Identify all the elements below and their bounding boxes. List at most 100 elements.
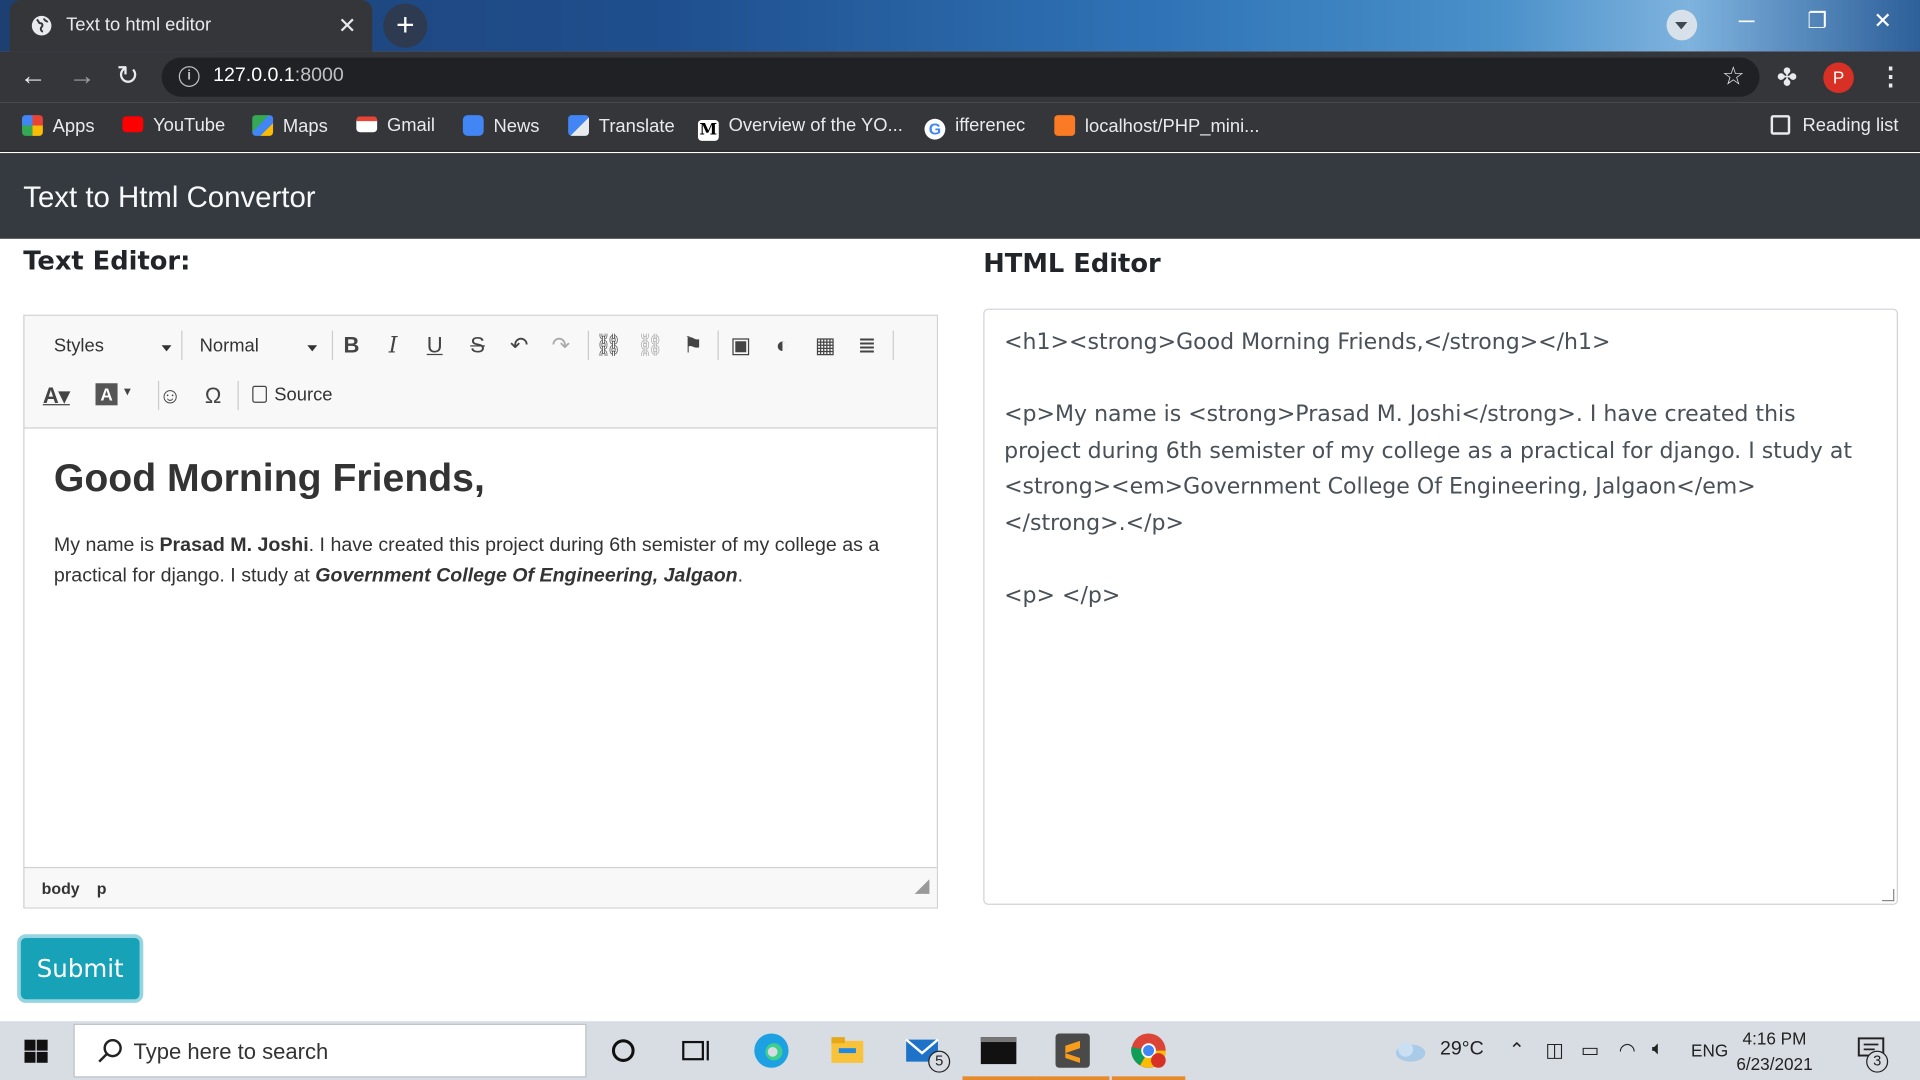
content-heading: Good Morning Friends,	[53, 455, 485, 500]
windows-taskbar: Type here to search 5 29°C ⌃ ◫ ▭ ◠ 🔈︎ EN…	[0, 1021, 1920, 1080]
close-tab-icon[interactable]: ✕	[338, 13, 356, 39]
format-dropdown[interactable]: Normal	[200, 336, 318, 356]
bookmark-localhost[interactable]: localhost/PHP_mini...	[1054, 115, 1259, 137]
youtube-icon	[122, 116, 144, 133]
resize-handle[interactable]	[914, 879, 930, 894]
sublime-text-icon[interactable]	[1053, 1031, 1092, 1070]
strikethrough-icon[interactable]: S	[462, 333, 494, 359]
windows-start-icon[interactable]	[24, 1039, 48, 1063]
editor-content-area[interactable]: Good Morning Friends, My name is Prasad …	[24, 429, 936, 867]
unlink-icon[interactable]: ⛓	[634, 333, 666, 359]
text-color-icon[interactable]: A▾	[40, 383, 72, 409]
bookmark-news[interactable]: News	[462, 115, 539, 137]
toolbar-separator	[237, 380, 239, 411]
rich-text-editor: Styles Normal B I U S ↶ ↷ ⛓ ⛓ ⚑ ▣ ◐ ▦ ≣ …	[23, 314, 938, 909]
horizontal-rule-icon[interactable]: ≣	[851, 333, 883, 359]
bookmark-medium[interactable]: M Overview of the YO...	[697, 115, 903, 141]
emoji-smiley-icon[interactable]: ☺	[154, 383, 186, 409]
medium-icon: M	[697, 120, 719, 141]
site-info-icon[interactable]: i	[178, 66, 200, 87]
browser-tab-strip: Text to html editor ✕ + ─ ❐ ✕	[0, 0, 1920, 52]
bookmark-youtube[interactable]: YouTube	[122, 115, 225, 136]
minimize-icon[interactable]: ─	[1739, 9, 1755, 35]
underline-icon[interactable]: U	[419, 333, 451, 359]
task-view-icon[interactable]	[678, 1031, 717, 1070]
back-arrow-icon[interactable]: ←	[20, 62, 47, 89]
toolbar-separator	[331, 330, 334, 361]
clock-time: 4:16 PM	[1742, 1028, 1807, 1049]
profile-avatar[interactable]: P	[1823, 62, 1854, 94]
submit-button[interactable]: Submit	[20, 937, 140, 1000]
forward-arrow-icon[interactable]: →	[69, 62, 96, 89]
toolbar-separator	[717, 330, 719, 361]
bookmark-gmail[interactable]: Gmail	[356, 115, 435, 136]
system-clock[interactable]: 4:16 PM 6/23/2021	[1736, 1026, 1812, 1077]
toolbar-separator	[181, 330, 183, 361]
path-p[interactable]: p	[97, 879, 107, 897]
browser-tab[interactable]: Text to html editor ✕	[9, 0, 373, 52]
close-window-icon[interactable]: ✕	[1873, 9, 1891, 35]
chrome-icon[interactable]	[1129, 1031, 1168, 1070]
clock-date: 6/23/2021	[1736, 1054, 1813, 1074]
restore-icon[interactable]: ❐	[1807, 9, 1827, 35]
flash-icon[interactable]: ◐	[767, 333, 799, 359]
chevron-down-icon[interactable]: ▾	[121, 383, 133, 399]
image-icon[interactable]: ▣	[725, 333, 757, 359]
edge-browser-icon[interactable]	[752, 1031, 791, 1070]
bookmark-maps[interactable]: Maps	[252, 115, 328, 137]
textarea-resize-grip[interactable]	[1882, 888, 1895, 902]
table-icon[interactable]: ▦	[809, 333, 841, 359]
styles-dropdown[interactable]: Styles	[54, 336, 172, 356]
mail-badge: 5	[928, 1050, 951, 1073]
link-icon[interactable]: ⛓	[593, 333, 625, 359]
globe-icon	[31, 15, 53, 37]
weather-cloud-icon[interactable]	[1393, 1038, 1427, 1062]
source-doc-icon	[252, 385, 267, 403]
toolbar-separator	[587, 330, 589, 361]
reading-list-icon	[1770, 115, 1791, 135]
reading-list-button[interactable]: Reading list	[1770, 115, 1898, 136]
active-app-indicator	[1111, 1076, 1186, 1080]
bookmark-google[interactable]: Gifferenec	[924, 115, 1025, 140]
url-text: 127.0.0.1:8000	[213, 64, 344, 86]
cortana-circle-icon[interactable]	[607, 1031, 646, 1070]
address-bar[interactable]: i 127.0.0.1:8000 ☆	[161, 57, 1760, 97]
language-indicator[interactable]: ENG	[1691, 1041, 1728, 1061]
undo-icon[interactable]: ↶	[503, 333, 535, 359]
tab-search-icon[interactable]	[1666, 9, 1698, 41]
italic-icon[interactable]: I	[377, 333, 409, 359]
content-paragraph: My name is Prasad M. Joshi. I have creat…	[53, 535, 880, 587]
weather-temperature[interactable]: 29°C	[1440, 1038, 1484, 1060]
chevron-up-icon[interactable]: ⌃	[1509, 1038, 1525, 1062]
editor-toolbar: Styles Normal B I U S ↶ ↷ ⛓ ⛓ ⚑ ▣ ◐ ▦ ≣ …	[24, 315, 937, 429]
notification-badge: 3	[1866, 1050, 1889, 1073]
path-body[interactable]: body	[42, 879, 80, 897]
volume-icon[interactable]: 🔈︎	[1652, 1038, 1664, 1060]
meet-now-icon[interactable]: ◫	[1545, 1038, 1564, 1062]
new-tab-button[interactable]: +	[383, 3, 428, 48]
html-output-textarea[interactable]: <h1><strong>Good Morning Friends,</stron…	[983, 308, 1898, 905]
taskbar-search-box[interactable]: Type here to search	[73, 1023, 587, 1078]
bookmark-apps[interactable]: Apps	[22, 115, 95, 137]
bookmark-translate[interactable]: Translate	[568, 115, 675, 137]
translate-icon	[568, 115, 589, 136]
background-color-icon[interactable]: A	[95, 383, 118, 406]
file-explorer-icon[interactable]	[828, 1031, 867, 1070]
wifi-icon[interactable]: ◠	[1619, 1038, 1636, 1062]
anchor-flag-icon[interactable]: ⚑	[677, 333, 709, 359]
special-character-omega-icon[interactable]: Ω	[197, 383, 229, 409]
reload-icon[interactable]: ↻	[116, 62, 139, 89]
browser-toolbar: ← → ↻ i 127.0.0.1:8000 ☆ ✤ P ⋮	[0, 51, 1920, 103]
tab-title: Text to html editor	[66, 14, 212, 36]
bold-icon[interactable]: B	[336, 333, 368, 359]
bookmark-star-icon[interactable]: ☆	[1722, 61, 1745, 92]
bookmarks-bar: Apps YouTube Maps Gmail News Translate M…	[0, 102, 1920, 152]
extensions-puzzle-icon[interactable]: ✤	[1777, 62, 1798, 93]
menu-kebab-icon[interactable]: ⋮	[1878, 61, 1902, 92]
redo-icon[interactable]: ↷	[545, 333, 577, 359]
source-button[interactable]: Source	[252, 384, 332, 405]
terminal-icon[interactable]	[980, 1031, 1019, 1070]
maps-icon	[252, 115, 274, 136]
navbar-brand[interactable]: Text to Html Convertor	[23, 181, 315, 215]
battery-icon[interactable]: ▭	[1581, 1038, 1600, 1062]
